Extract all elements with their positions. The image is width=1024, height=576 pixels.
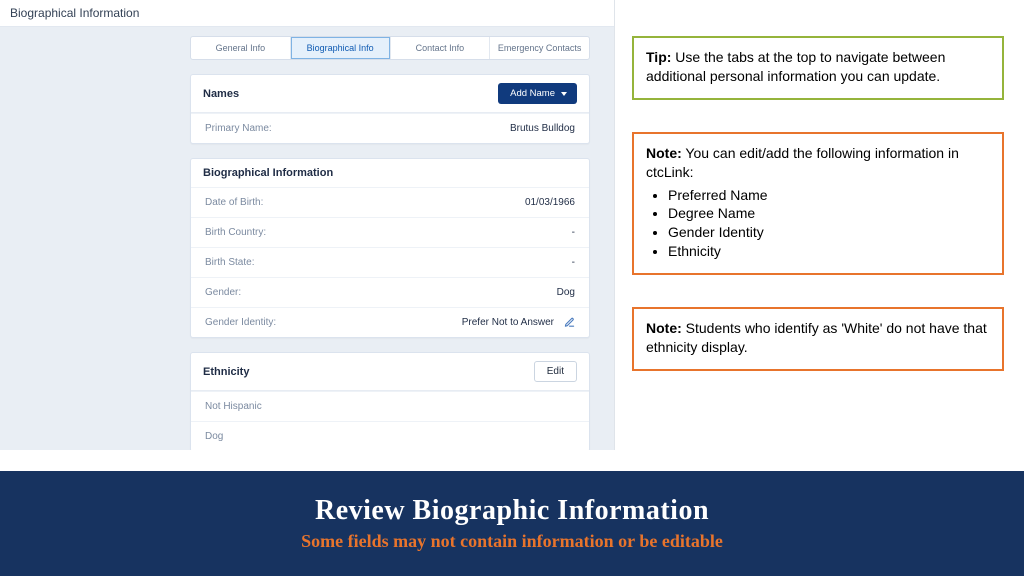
bio-row-dob: Date of Birth: 01/03/1966 [191, 187, 589, 217]
bio-value: - [572, 227, 575, 238]
tab-contact-info[interactable]: Contact Info [391, 37, 491, 59]
add-name-button-label: Add Name [510, 88, 555, 99]
edit-ethnicity-button[interactable]: Edit [534, 361, 577, 382]
app-header: Biographical Information [0, 0, 614, 27]
bio-value: - [572, 257, 575, 268]
bio-card-header: Biographical Information [191, 159, 589, 187]
primary-name-value: Brutus Bulldog [510, 123, 575, 134]
app-body: General Info Biographical Info Contact I… [190, 36, 590, 450]
callout-bullet: Gender Identity [668, 223, 990, 242]
ethnicity-row: Not Hispanic [191, 391, 589, 421]
names-card-header: Names Add Name [191, 75, 589, 113]
bio-label: Gender: [205, 287, 241, 298]
names-card: Names Add Name Primary Name: Brutus Bull… [190, 74, 590, 144]
callout-tip: Tip: Use the tabs at the top to navigate… [632, 36, 1004, 100]
bio-row-gender: Gender: Dog [191, 277, 589, 307]
ethnicity-value: Dog [205, 431, 223, 442]
bio-section-title: Biographical Information [203, 167, 333, 179]
tab-general-info[interactable]: General Info [191, 37, 291, 59]
ethnicity-card-header: Ethnicity Edit [191, 353, 589, 391]
tab-emergency-contacts[interactable]: Emergency Contacts [490, 37, 589, 59]
chevron-down-icon [561, 92, 567, 96]
bio-card: Biographical Information Date of Birth: … [190, 158, 590, 338]
callout-bullet: Ethnicity [668, 242, 990, 261]
pencil-icon[interactable] [564, 317, 575, 328]
bio-label: Date of Birth: [205, 197, 263, 208]
tab-biographical-info[interactable]: Biographical Info [291, 37, 391, 59]
bio-value-wrap: Prefer Not to Answer [462, 317, 575, 328]
tab-bar: General Info Biographical Info Contact I… [190, 36, 590, 60]
callout-prefix: Tip: [646, 49, 671, 65]
page-title: Biographical Information [10, 6, 139, 20]
callouts: Tip: Use the tabs at the top to navigate… [632, 36, 1004, 371]
ethnicity-card: Ethnicity Edit Not Hispanic Dog [190, 352, 590, 450]
callout-bullet: Preferred Name [668, 186, 990, 205]
callout-prefix: Note: [646, 145, 682, 161]
banner-title: Review Biographic Information [315, 495, 709, 527]
add-name-button[interactable]: Add Name [498, 83, 577, 104]
primary-name-row: Primary Name: Brutus Bulldog [191, 113, 589, 143]
app-panel: Biographical Information General Info Bi… [0, 0, 615, 450]
callout-prefix: Note: [646, 320, 682, 336]
slide-root: Biographical Information General Info Bi… [0, 0, 1024, 576]
bio-row-birth-country: Birth Country: - [191, 217, 589, 247]
banner-subtitle: Some fields may not contain information … [301, 531, 723, 552]
callout-text: You can edit/add the following informati… [646, 145, 959, 180]
callout-text: Use the tabs at the top to navigate betw… [646, 49, 945, 84]
ethnicity-section-title: Ethnicity [203, 366, 249, 378]
callout-bullet: Degree Name [668, 204, 990, 223]
bio-value: Prefer Not to Answer [462, 317, 554, 328]
bio-label: Birth State: [205, 257, 254, 268]
bio-row-birth-state: Birth State: - [191, 247, 589, 277]
bio-row-gender-identity: Gender Identity: Prefer Not to Answer [191, 307, 589, 337]
bio-label: Gender Identity: [205, 317, 276, 328]
bio-value: 01/03/1966 [525, 197, 575, 208]
bio-value: Dog [557, 287, 575, 298]
slide-banner: Review Biographic Information Some field… [0, 471, 1024, 576]
callout-note-editable-fields: Note: You can edit/add the following inf… [632, 132, 1004, 275]
bio-label: Birth Country: [205, 227, 266, 238]
ethnicity-value: Not Hispanic [205, 401, 262, 412]
callout-text: Students who identify as 'White' do not … [646, 320, 987, 355]
callout-bullet-list: Preferred Name Degree Name Gender Identi… [646, 186, 990, 262]
callout-note-white-ethnicity: Note: Students who identify as 'White' d… [632, 307, 1004, 371]
names-section-title: Names [203, 88, 239, 100]
ethnicity-row: Dog [191, 421, 589, 450]
primary-name-label: Primary Name: [205, 123, 272, 134]
